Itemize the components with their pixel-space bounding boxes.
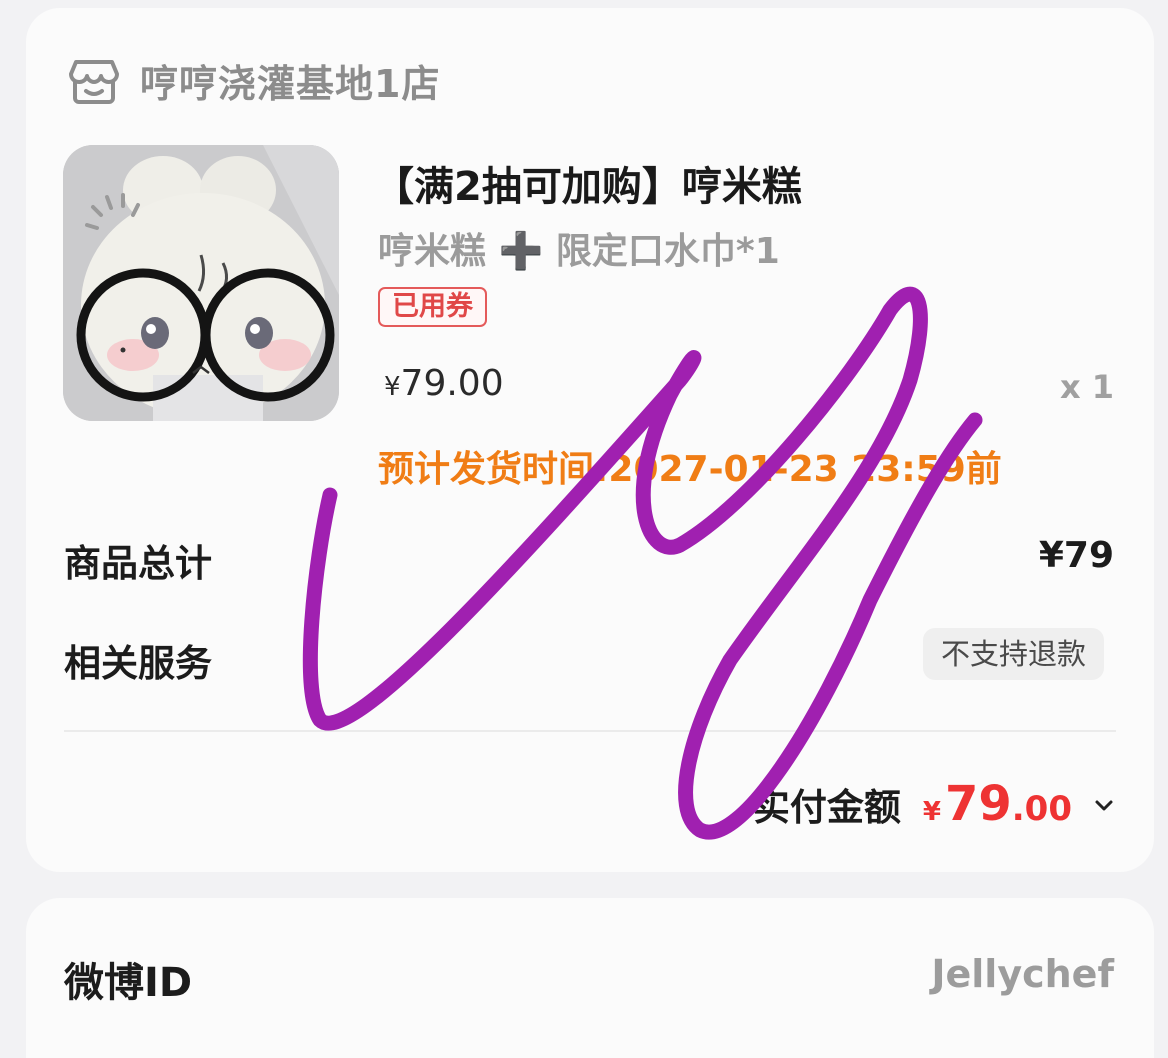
product-variant: 哼米糕 ➕ 限定口水巾*1	[378, 231, 780, 272]
weibo-id-value: Jellychef	[931, 952, 1114, 996]
product-title[interactable]: 【满2抽可加购】哼米糕	[374, 154, 802, 212]
shipping-estimate: 预计发货时间:2027-01-23 23:59前	[378, 449, 1002, 490]
no-refund-tag[interactable]: 不支持退款	[922, 628, 1104, 680]
paid-decimal: .00	[1011, 789, 1072, 829]
product-thumbnail[interactable]	[63, 145, 339, 421]
coupon-used-badge: 已用券	[378, 287, 487, 327]
goods-total-label: 商品总计	[64, 542, 212, 585]
chevron-down-icon[interactable]	[1094, 799, 1114, 813]
paid-currency: ¥	[922, 797, 941, 827]
service-label: 相关服务	[64, 642, 212, 685]
product-price: ¥79.00	[384, 363, 504, 404]
paid-amount-row[interactable]: 实付金额 ¥ 79 .00	[753, 776, 1114, 836]
product-quantity: x 1	[1059, 368, 1114, 406]
divider	[64, 730, 1116, 732]
weibo-card: 微博ID Jellychef	[26, 898, 1154, 1058]
weibo-id-label: 微博ID	[64, 960, 193, 1006]
shop-header[interactable]: 哼哼浇灌基地1店	[66, 50, 440, 110]
goods-total-value: ¥79	[1038, 535, 1114, 576]
price-amount: 79.00	[400, 363, 504, 404]
paid-label: 实付金额	[752, 786, 901, 829]
product-image	[63, 145, 339, 421]
shop-name: 哼哼浇灌基地1店	[140, 61, 441, 106]
store-icon	[69, 60, 119, 104]
order-card: 哼哼浇灌基地1店 【满2抽可加购】哼米糕 哼米糕 ➕ 限定口水巾*1 已用券 ¥…	[26, 8, 1154, 872]
price-currency: ¥	[384, 372, 401, 402]
paid-integer: 79	[944, 776, 1012, 832]
